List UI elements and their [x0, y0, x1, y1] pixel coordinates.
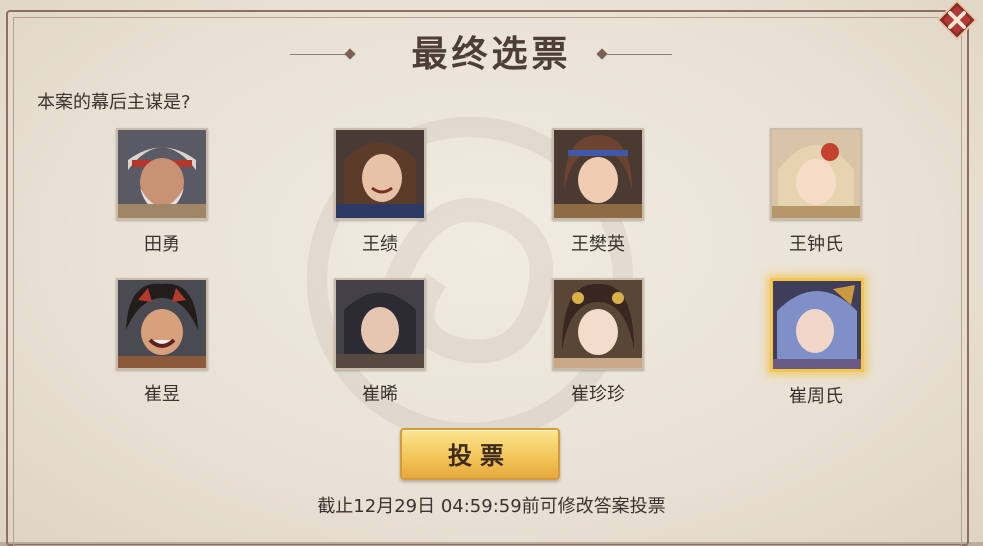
candidate-card[interactable]: 崔昱: [116, 278, 208, 406]
candidate-name: 崔周氏: [789, 386, 843, 407]
vote-dialog: 最终选票 本案的幕后主谋是? 田勇 王绩 王樊英 王钟氏 崔昱 崔晞 崔珍珍 崔…: [0, 0, 983, 546]
deadline-text: 截止12月29日 04:59:59前可修改答案投票: [317, 496, 666, 517]
title-area: 最终选票: [0, 30, 983, 80]
candidate-name: 王樊英: [571, 234, 625, 255]
candidate-portrait: [334, 278, 426, 370]
candidate-card-selected[interactable]: 崔周氏: [770, 278, 864, 408]
candidate-name: 崔昱: [144, 384, 180, 405]
vote-button[interactable]: 投票: [400, 428, 560, 480]
candidate-portrait: [552, 128, 644, 220]
candidate-portrait: [116, 128, 208, 220]
candidate-portrait: [552, 278, 644, 370]
candidate-name: 崔晞: [362, 384, 398, 405]
candidate-portrait: [770, 278, 864, 372]
candidate-portrait: [334, 128, 426, 220]
candidate-portrait: [770, 128, 862, 220]
candidate-portrait: [116, 278, 208, 370]
candidate-name: 王绩: [362, 234, 398, 255]
dialog-title: 最终选票: [411, 34, 572, 75]
candidate-name: 田勇: [144, 234, 180, 255]
candidate-card[interactable]: 田勇: [116, 128, 208, 256]
candidate-card[interactable]: 王绩: [334, 128, 426, 256]
question-text: 本案的幕后主谋是?: [37, 92, 191, 113]
candidate-card[interactable]: 崔晞: [334, 278, 426, 406]
candidate-card[interactable]: 王钟氏: [770, 128, 862, 256]
candidate-name: 崔珍珍: [571, 384, 625, 405]
title-ornament-right: [606, 54, 672, 55]
candidate-card[interactable]: 崔珍珍: [552, 278, 644, 406]
vote-button-label: 投票: [448, 442, 512, 470]
candidate-name: 王钟氏: [789, 234, 843, 255]
candidate-card[interactable]: 王樊英: [552, 128, 644, 256]
